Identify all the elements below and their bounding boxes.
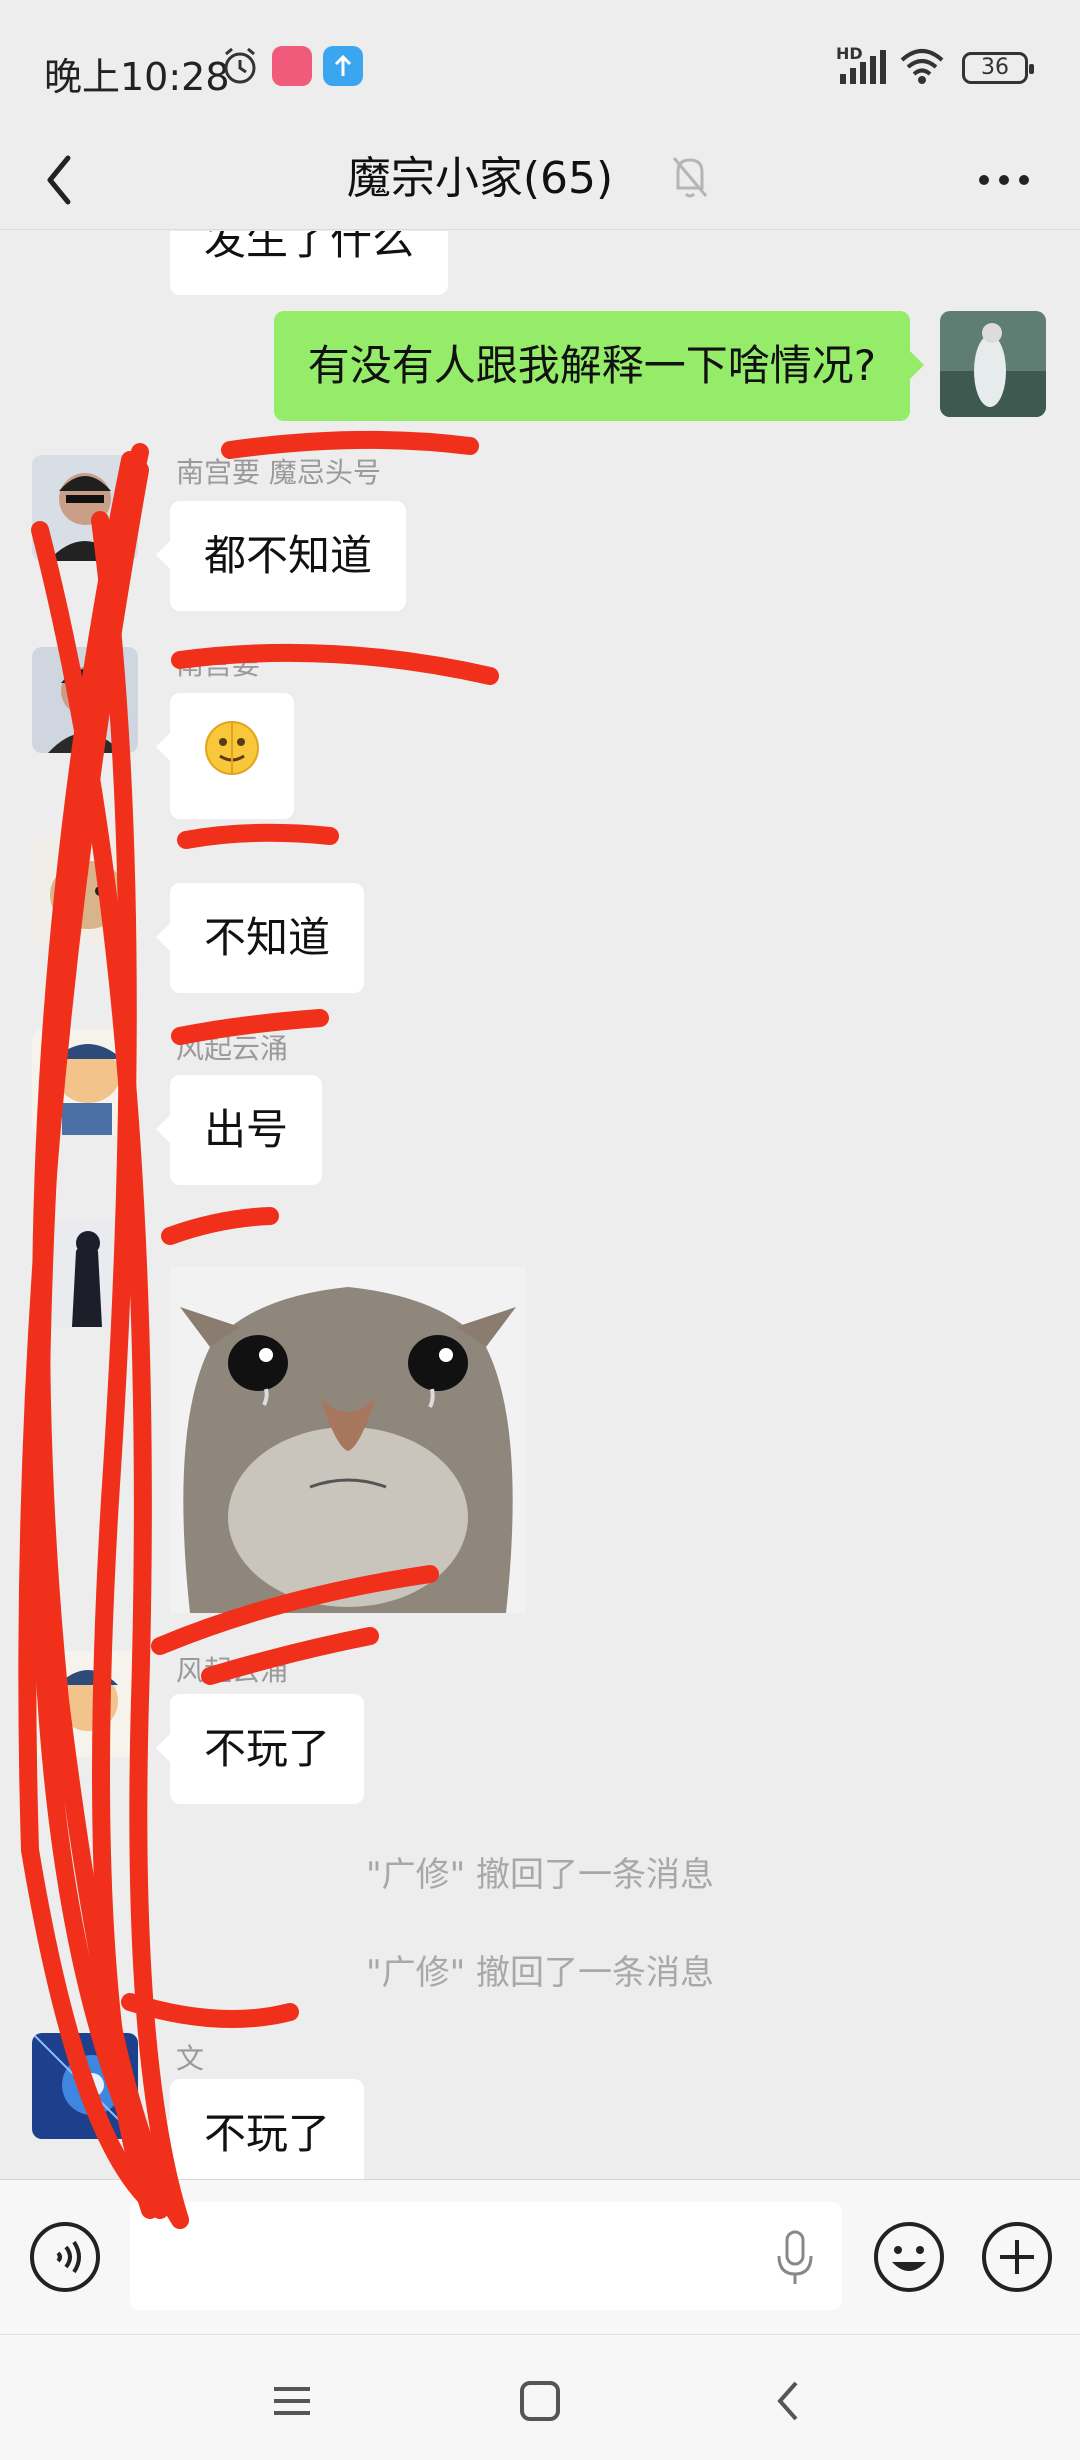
title-bar: 魔宗小家(65) [0, 130, 1080, 230]
user-avatar[interactable] [32, 837, 138, 943]
status-time: 晚上10:28 [44, 55, 230, 99]
mute-bell-icon [672, 157, 708, 198]
sender-name: 南宫要 [176, 648, 261, 681]
sender-name: 风起云涌 [176, 1654, 289, 1687]
chat-title: 魔宗小家(65) [346, 153, 614, 204]
more-icon[interactable] [974, 144, 1034, 204]
recall-notice: "广修" 撤回了一条消息 [365, 1855, 715, 1895]
alarm-icon [224, 47, 256, 84]
cat-sticker-image[interactable] [170, 1267, 526, 1613]
user-avatar[interactable] [32, 1221, 138, 1327]
recall-notice: "广修" 撤回了一条消息 [365, 1953, 715, 1993]
sender-name: 南宫要 魔忌头号 [176, 456, 381, 489]
status-bar: 晚上10:28 HD 36 [0, 0, 1080, 130]
message-bubble[interactable]: 发生了什么 [170, 231, 449, 295]
emoji-icon[interactable] [872, 2220, 946, 2294]
user-avatar[interactable] [32, 1029, 138, 1135]
message-bubble[interactable]: 不知道 [155, 883, 365, 993]
user-avatar[interactable] [32, 647, 138, 753]
back-nav-icon[interactable] [760, 2371, 820, 2431]
melting-face-icon [205, 721, 259, 775]
app-badge-icon [272, 46, 312, 86]
message-bubble[interactable]: 不玩了 [155, 1694, 365, 1804]
chat-screen: 晚上10:28 HD 36 魔宗小家(65) 发生了什么 有没有人跟我解释一下啥… [0, 0, 1080, 2460]
plus-icon[interactable] [980, 2220, 1054, 2294]
message-bubble[interactable]: 不玩了 [155, 2079, 365, 2179]
voice-icon[interactable] [28, 2220, 102, 2294]
message-bubble-mine[interactable]: 有没有人跟我解释一下啥情况? [273, 311, 925, 421]
system-nav-bar [0, 2334, 1080, 2460]
sender-name: 风起云涌 [176, 1032, 289, 1065]
upload-icon [323, 46, 363, 86]
menu-icon[interactable] [262, 2371, 322, 2431]
my-avatar[interactable] [940, 311, 1046, 417]
message-bubble[interactable]: 出号 [155, 1075, 323, 1185]
signal-icon [840, 50, 886, 84]
sender-name: 文 [176, 2042, 205, 2075]
user-avatar[interactable] [32, 1651, 138, 1757]
mic-icon[interactable] [770, 2228, 820, 2288]
emoji-bubble[interactable] [156, 693, 294, 819]
message-bubble[interactable]: 都不知道 [155, 501, 407, 611]
home-icon[interactable] [510, 2371, 570, 2431]
message-input[interactable] [130, 2202, 842, 2310]
wifi-icon [900, 49, 944, 84]
back-icon[interactable] [36, 140, 106, 220]
chat-area[interactable]: 发生了什么 有没有人跟我解释一下啥情况? 南宫要 魔忌头号 都不知道 南宫要 不… [0, 231, 1080, 2179]
user-avatar[interactable] [32, 2033, 138, 2139]
battery-icon: 36 [962, 52, 1034, 84]
input-bar [0, 2179, 1080, 2334]
user-avatar[interactable] [32, 455, 138, 561]
